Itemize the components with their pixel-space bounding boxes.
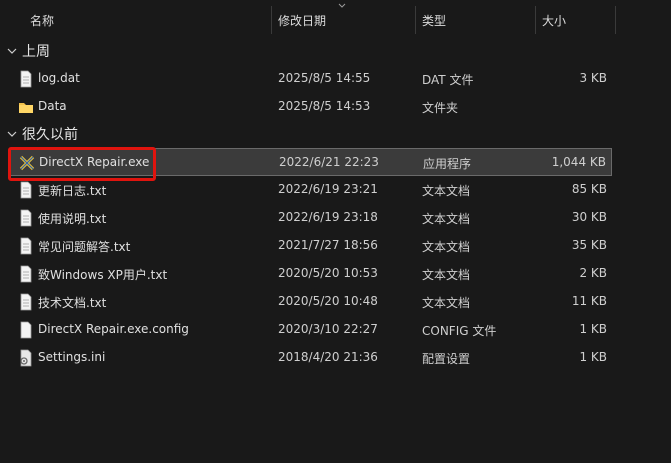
column-divider[interactable] [415,6,416,34]
file-size: 30 KB [571,210,607,224]
document-icon [20,181,32,199]
column-date[interactable]: 修改日期 [278,12,326,29]
file-date: 2020/5/20 10:48 [278,294,378,308]
file-row[interactable]: 更新日志.txt 2022/6/19 23:21 文本文档 85 KB [10,176,612,204]
file-size: 85 KB [571,182,607,196]
file-type: 文本文档 [422,296,471,310]
file-size: 3 KB [579,71,607,85]
folder-row[interactable]: Data 2025/8/5 14:53 文件夹 [10,93,612,121]
file-name: DirectX Repair.exe [39,155,150,169]
file-size: 35 KB [571,238,607,252]
file-type: 文本文档 [422,184,471,198]
file-date: 2025/8/5 14:53 [278,99,371,113]
file-date: 2025/8/5 14:55 [278,71,371,85]
file-name: DirectX Repair.exe.config [38,322,189,336]
file-size: 1 KB [579,350,607,364]
file-date: 2020/5/20 10:53 [278,266,378,280]
document-icon [20,70,32,88]
group-header-last-week[interactable]: 上周 [6,41,50,61]
column-divider[interactable] [615,6,616,34]
file-type: 应用程序 [423,157,472,171]
sort-caret-icon [338,3,346,8]
file-name: Settings.ini [38,350,106,364]
file-row-selected[interactable]: DirectX Repair.exe 2022/6/21 22:23 应用程序 … [10,148,612,176]
group-label: 很久以前 [22,127,78,143]
file-type: 文本文档 [422,212,471,226]
file-size: 2 KB [579,266,607,280]
file-row[interactable]: log.dat 2025/8/5 14:55 DAT 文件 3 KB [10,65,612,93]
file-name: 更新日志.txt [38,184,107,198]
document-icon [20,321,32,339]
file-size: 1,044 KB [551,155,606,169]
column-type[interactable]: 类型 [422,12,446,29]
chevron-down-icon [7,131,17,137]
file-type: 文本文档 [422,268,471,282]
file-date: 2018/4/20 21:36 [278,350,378,364]
file-type: 文本文档 [422,240,471,254]
document-icon [20,237,32,255]
file-date: 2022/6/19 23:18 [278,210,378,224]
file-name: Data [38,99,67,113]
file-name: log.dat [38,71,80,85]
file-row[interactable]: Settings.ini 2018/4/20 21:36 配置设置 1 KB [10,344,612,372]
file-date: 2022/6/21 22:23 [279,155,379,169]
group-label: 上周 [22,44,50,60]
document-icon [20,209,32,227]
file-row[interactable]: 技术文档.txt 2020/5/20 10:48 文本文档 11 KB [10,288,612,316]
settings-file-icon [20,349,32,367]
file-date: 2020/3/10 22:27 [278,322,378,336]
file-row[interactable]: 致Windows XP用户.txt 2020/5/20 10:53 文本文档 2… [10,260,612,288]
column-divider[interactable] [271,6,272,34]
file-row[interactable]: DirectX Repair.exe.config 2020/3/10 22:2… [10,316,612,344]
file-row[interactable]: 常见问题解答.txt 2021/7/27 18:56 文本文档 35 KB [10,232,612,260]
file-type: CONFIG 文件 [422,324,497,338]
file-size: 1 KB [579,322,607,336]
file-type: 配置设置 [422,352,471,366]
column-size[interactable]: 大小 [542,12,566,29]
file-name: 致Windows XP用户.txt [38,268,168,282]
file-name: 常见问题解答.txt [38,240,131,254]
file-size: 11 KB [571,294,607,308]
column-divider[interactable] [535,6,536,34]
file-name: 技术文档.txt [38,296,107,310]
directx-app-icon [19,155,35,171]
document-icon [20,265,32,283]
group-header-long-ago[interactable]: 很久以前 [6,124,78,144]
folder-icon [19,103,33,113]
file-name: 使用说明.txt [38,212,107,226]
column-header: 名称 修改日期 类型 大小 [0,0,671,34]
file-date: 2021/7/27 18:56 [278,238,378,252]
file-date: 2022/6/19 23:21 [278,182,378,196]
file-row[interactable]: 使用说明.txt 2022/6/19 23:18 文本文档 30 KB [10,204,612,232]
file-type: DAT 文件 [422,73,474,87]
column-name[interactable]: 名称 [30,12,54,29]
document-icon [20,293,32,311]
file-type: 文件夹 [422,101,459,115]
chevron-down-icon [7,48,17,54]
